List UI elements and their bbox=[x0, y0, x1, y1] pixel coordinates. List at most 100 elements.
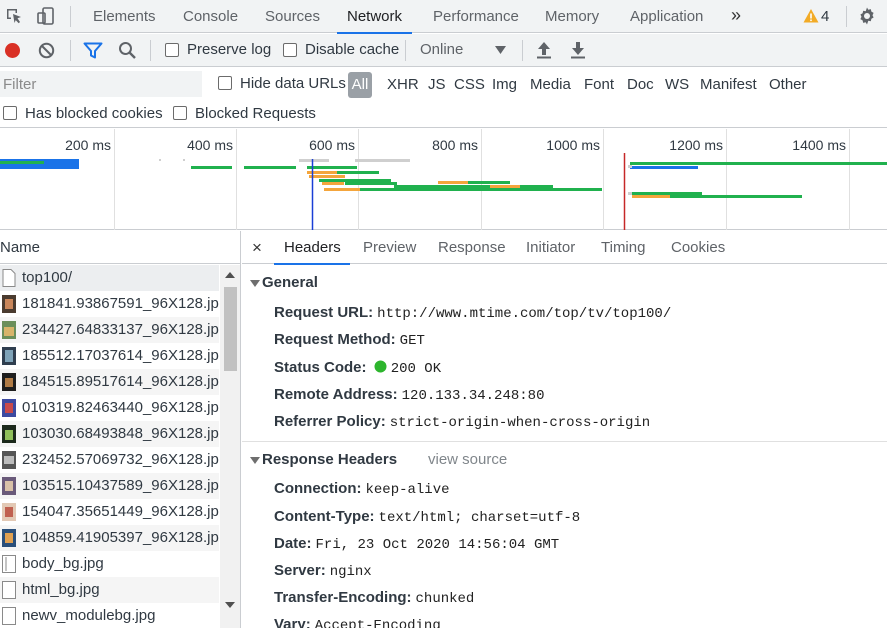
tab-console[interactable]: Console bbox=[183, 0, 238, 33]
tab-network[interactable]: Network bbox=[336, 0, 413, 34]
image-thumb-icon bbox=[2, 373, 16, 391]
request-bar bbox=[632, 195, 670, 198]
request-bar bbox=[468, 181, 510, 184]
request-row[interactable]: top100/ bbox=[0, 265, 219, 291]
type-filter-doc[interactable]: Doc bbox=[627, 72, 654, 98]
warning-icon[interactable] bbox=[803, 8, 819, 24]
request-row[interactable]: newv_modulebg.jpg bbox=[0, 603, 219, 628]
divider bbox=[846, 6, 847, 27]
request-row[interactable]: 232452.57069732_96X128.jpg bbox=[0, 447, 219, 473]
response-headers-section-title[interactable]: Response Headers bbox=[262, 451, 397, 468]
request-row[interactable]: 104859.41905397_96X128.jpg bbox=[0, 525, 219, 551]
type-filter-font[interactable]: Font bbox=[584, 72, 614, 98]
general-section-title[interactable]: General bbox=[262, 274, 318, 291]
preserve-log-label[interactable]: Preserve log bbox=[187, 41, 271, 58]
header-key: Request URL: bbox=[274, 304, 374, 321]
tab-timing[interactable]: Timing bbox=[601, 231, 645, 264]
header-value: nginx bbox=[329, 564, 372, 580]
tab-sources[interactable]: Sources bbox=[265, 0, 320, 33]
close-detail-button[interactable]: × bbox=[252, 231, 262, 264]
type-filter-all[interactable]: All bbox=[348, 72, 372, 98]
tab-initiator[interactable]: Initiator bbox=[526, 231, 575, 264]
divider bbox=[70, 40, 71, 61]
filter-input[interactable] bbox=[0, 71, 202, 97]
filter-funnel-icon[interactable] bbox=[83, 42, 103, 59]
import-har-icon[interactable] bbox=[536, 41, 552, 59]
request-row[interactable]: 103515.10437589_96X128.jpg bbox=[0, 473, 219, 499]
type-filter-media[interactable]: Media bbox=[530, 72, 571, 98]
header-key: Remote Address: bbox=[274, 386, 398, 403]
request-row[interactable]: 103030.68493848_96X128.jpg bbox=[0, 421, 219, 447]
request-bar bbox=[183, 159, 185, 161]
type-filter-css[interactable]: CSS bbox=[454, 72, 485, 98]
expand-triangle-icon[interactable] bbox=[250, 280, 260, 287]
record-icon[interactable] bbox=[4, 42, 21, 59]
header-value: Fri, 23 Oct 2020 14:56:04 GMT bbox=[315, 537, 560, 553]
has-blocked-cookies-label[interactable]: Has blocked cookies bbox=[25, 105, 163, 122]
request-url-row: Request URL: http://www.mtime.com/top/tv/… bbox=[274, 304, 671, 322]
blocked-requests-checkbox[interactable] bbox=[173, 106, 187, 120]
request-row[interactable]: html_bg.jpg bbox=[0, 577, 219, 603]
type-filter-xhr[interactable]: XHR bbox=[387, 72, 419, 98]
more-tabs-button[interactable]: » bbox=[731, 0, 741, 33]
request-bar bbox=[159, 159, 161, 161]
request-row[interactable]: 185512.17037614_96X128.jpg bbox=[0, 343, 219, 369]
tab-preview[interactable]: Preview bbox=[363, 231, 416, 264]
date-row: Date: Fri, 23 Oct 2020 14:56:04 GMT bbox=[274, 535, 559, 553]
request-row[interactable]: 154047.35651449_96X128.jpg bbox=[0, 499, 219, 525]
type-filter-manifest[interactable]: Manifest bbox=[700, 72, 757, 98]
preserve-log-checkbox[interactable] bbox=[165, 43, 179, 57]
request-list: Name top100/ 181841.93867591_96X128.jpg … bbox=[0, 231, 241, 628]
tab-performance[interactable]: Performance bbox=[433, 0, 519, 33]
clear-icon[interactable] bbox=[38, 42, 55, 59]
tab-application[interactable]: Application bbox=[630, 0, 703, 33]
name-column-header[interactable]: Name bbox=[0, 231, 240, 264]
type-filter-img[interactable]: Img bbox=[492, 72, 517, 98]
divider bbox=[70, 6, 71, 27]
request-row[interactable]: 181841.93867591_96X128.jpg bbox=[0, 291, 219, 317]
header-value: 200 OK bbox=[390, 361, 442, 377]
chevron-down-icon[interactable] bbox=[495, 46, 506, 54]
tick-label: 1400 ms bbox=[792, 137, 846, 153]
scroll-up-arrow-icon[interactable] bbox=[224, 271, 236, 279]
tab-cookies[interactable]: Cookies bbox=[671, 231, 725, 264]
tab-response[interactable]: Response bbox=[438, 231, 506, 264]
request-row[interactable]: 010319.82463440_96X128.jpg bbox=[0, 395, 219, 421]
tab-memory[interactable]: Memory bbox=[545, 0, 599, 33]
request-row[interactable]: 234427.64833137_96X128.jpg bbox=[0, 317, 219, 343]
request-bar bbox=[307, 171, 337, 174]
blocked-requests-label[interactable]: Blocked Requests bbox=[195, 105, 316, 122]
hide-data-urls-label[interactable]: Hide data URLs bbox=[240, 75, 346, 92]
expand-triangle-icon[interactable] bbox=[250, 457, 260, 464]
disable-cache-checkbox[interactable] bbox=[283, 43, 297, 57]
request-name: top100/ bbox=[22, 269, 73, 286]
tab-elements[interactable]: Elements bbox=[93, 0, 156, 33]
tab-headers[interactable]: Headers bbox=[274, 231, 350, 265]
overview-timeline[interactable]: 200 ms 400 ms 600 ms 800 ms 1000 ms 1200… bbox=[0, 129, 887, 230]
warning-count[interactable]: 4 bbox=[821, 0, 829, 33]
header-key: Vary: bbox=[274, 616, 311, 628]
request-row[interactable]: body_bg.jpg bbox=[0, 551, 219, 577]
throttling-select[interactable]: Online bbox=[420, 41, 463, 58]
view-source-link[interactable]: view source bbox=[428, 451, 507, 468]
type-filter-other[interactable]: Other bbox=[769, 72, 807, 98]
has-blocked-cookies-checkbox[interactable] bbox=[3, 106, 17, 120]
scroll-down-arrow-icon[interactable] bbox=[224, 601, 236, 609]
type-filter-js[interactable]: JS bbox=[428, 72, 446, 98]
search-icon[interactable] bbox=[118, 41, 137, 60]
export-har-icon[interactable] bbox=[570, 41, 586, 59]
device-toolbar-icon[interactable] bbox=[36, 6, 56, 26]
hide-data-urls-checkbox[interactable] bbox=[218, 76, 232, 90]
header-value: text/html; charset=utf-8 bbox=[378, 510, 581, 526]
tick-label: 400 ms bbox=[187, 137, 233, 153]
type-filter-ws[interactable]: WS bbox=[665, 72, 689, 98]
inspect-element-icon[interactable] bbox=[4, 6, 24, 26]
header-key: Date: bbox=[274, 535, 312, 552]
connection-row: Connection: keep-alive bbox=[274, 480, 450, 498]
list-scrollbar-thumb[interactable] bbox=[224, 287, 237, 371]
settings-gear-icon[interactable] bbox=[857, 6, 877, 26]
request-row[interactable]: 184515.89517614_96X128.jpg bbox=[0, 369, 219, 395]
request-bar bbox=[322, 182, 344, 185]
request-bar bbox=[244, 166, 296, 169]
disable-cache-label[interactable]: Disable cache bbox=[305, 41, 399, 58]
